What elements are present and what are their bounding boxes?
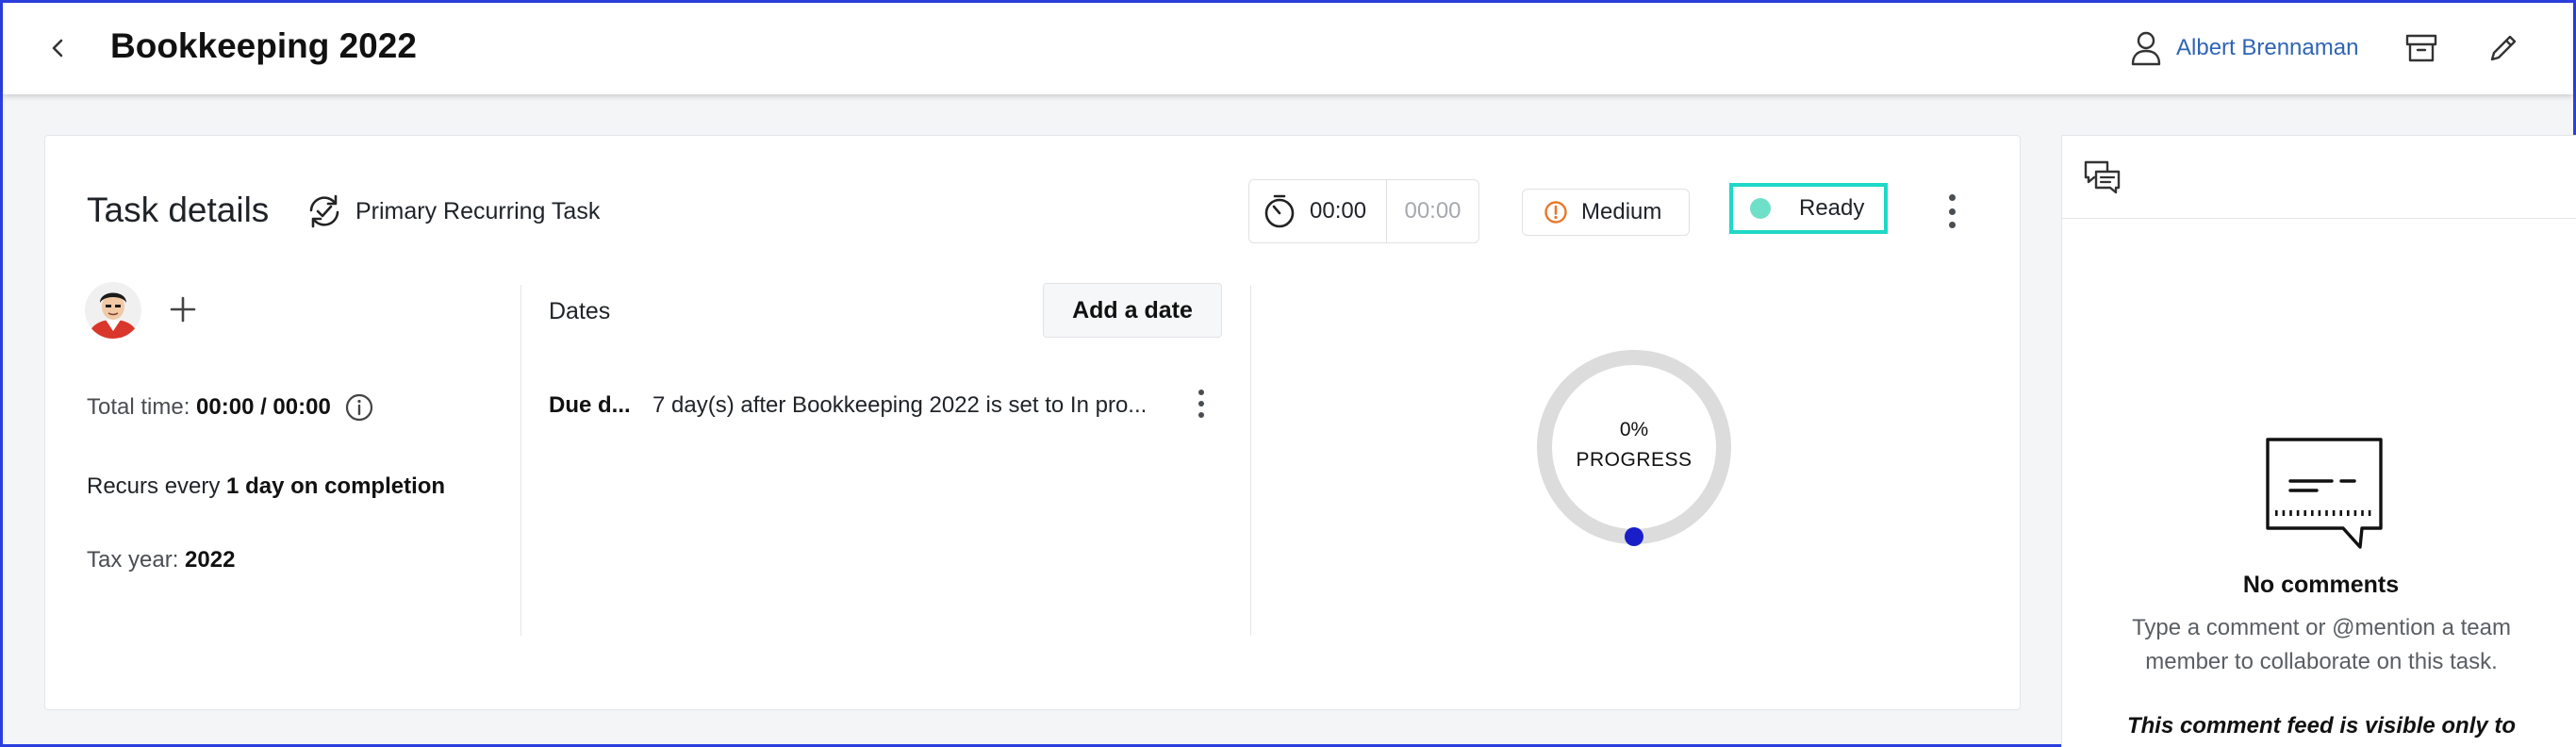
chat-bubbles-icon — [2084, 160, 2121, 194]
progress-label: PROGRESS — [1576, 449, 1693, 471]
task-details-card: Task details Primary Recurring Task 00:0… — [44, 135, 2021, 710]
top-bar: Bookkeeping 2022 Albert Brennaman — [3, 3, 2573, 94]
no-comments-description: Type a comment or @mention a team member… — [2132, 615, 2511, 674]
recurring-task-indicator[interactable]: Primary Recurring Task — [305, 192, 600, 230]
status-dot — [1750, 198, 1771, 219]
tax-year-value: 2022 — [185, 547, 236, 573]
due-date-options-button[interactable] — [1194, 387, 1209, 421]
pencil-icon — [2490, 35, 2517, 61]
progress-ring-graphic — [1537, 350, 1731, 546]
more-dot-icon — [1198, 390, 1204, 395]
column-divider — [520, 285, 521, 636]
no-comments-title: No comments — [2242, 572, 2400, 598]
task-details-heading: Task details — [87, 191, 270, 229]
recurring-label: Primary Recurring Task — [355, 197, 601, 224]
edit-button[interactable] — [2485, 29, 2522, 67]
more-dot-icon — [1948, 194, 1956, 201]
column-divider — [1250, 285, 1251, 636]
user-icon — [2131, 31, 2161, 66]
back-button[interactable] — [41, 31, 74, 65]
plus-icon — [170, 296, 196, 323]
dates-heading: Dates — [549, 298, 611, 324]
total-time-row: Total time: 00:00 / 00:00 — [87, 392, 374, 423]
priority-label: Medium — [1581, 199, 1662, 224]
total-time-label: Total time: — [87, 394, 190, 420]
progress-ring: 0% PROGRESS — [1532, 345, 1736, 549]
timer-start[interactable]: 00:00 — [1249, 180, 1387, 242]
timer-estimate[interactable]: 00:00 — [1387, 180, 1478, 242]
status-dropdown[interactable]: Ready — [1729, 183, 1888, 234]
archive-icon — [2405, 34, 2437, 62]
tax-year-label: Tax year: — [87, 547, 179, 573]
assigned-user[interactable]: Albert Brennaman — [2129, 29, 2358, 67]
recurs-label: Recurs every — [87, 473, 221, 499]
time-tracker[interactable]: 00:00 00:00 — [1248, 179, 1479, 243]
more-dot-icon — [1198, 401, 1204, 407]
recurrence-row: Recurs every 1 day on completion — [87, 473, 445, 500]
timer-elapsed: 00:00 — [1310, 198, 1367, 224]
empty-comments-illustration-icon — [2266, 438, 2383, 549]
more-dot-icon — [1198, 412, 1204, 418]
more-dot-icon — [1948, 208, 1956, 215]
info-icon[interactable] — [344, 392, 374, 423]
chevron-left-icon — [52, 39, 63, 58]
add-assignee-button[interactable] — [166, 292, 200, 326]
task-more-options-button[interactable] — [1942, 191, 1961, 232]
more-dot-icon — [1948, 222, 1956, 228]
recurring-icon — [309, 194, 339, 228]
comments-panel: No comments Type a comment or @mention a… — [2061, 135, 2576, 747]
page-title: Bookkeeping 2022 — [110, 26, 417, 65]
add-date-button[interactable]: Add a date — [1043, 283, 1222, 338]
stopwatch-icon — [1264, 194, 1295, 228]
user-name[interactable]: Albert Brennaman — [2176, 35, 2358, 61]
progress-percent: 0% — [1619, 419, 1649, 440]
recurs-value: 1 day on completion — [226, 473, 446, 499]
due-date-label: Due d... — [549, 392, 631, 418]
alert-circle-icon — [1544, 201, 1567, 224]
comments-tab[interactable] — [2083, 158, 2122, 196]
avatar-image — [85, 282, 141, 339]
total-time-value: 00:00 / 00:00 — [196, 394, 331, 420]
priority-dropdown[interactable]: Medium — [1522, 189, 1690, 236]
status-label: Ready — [1799, 195, 1865, 221]
progress-marker — [1625, 527, 1643, 546]
tax-year-row: Tax year: 2022 — [87, 547, 235, 573]
archive-button[interactable] — [2403, 29, 2440, 67]
comment-visibility-note: This comment feed is visible only to — [2126, 713, 2517, 739]
assignee-avatar[interactable] — [85, 282, 141, 339]
due-date-rule: 7 day(s) after Bookkeeping 2022 is set t… — [652, 392, 1148, 418]
comments-header — [2062, 136, 2576, 219]
